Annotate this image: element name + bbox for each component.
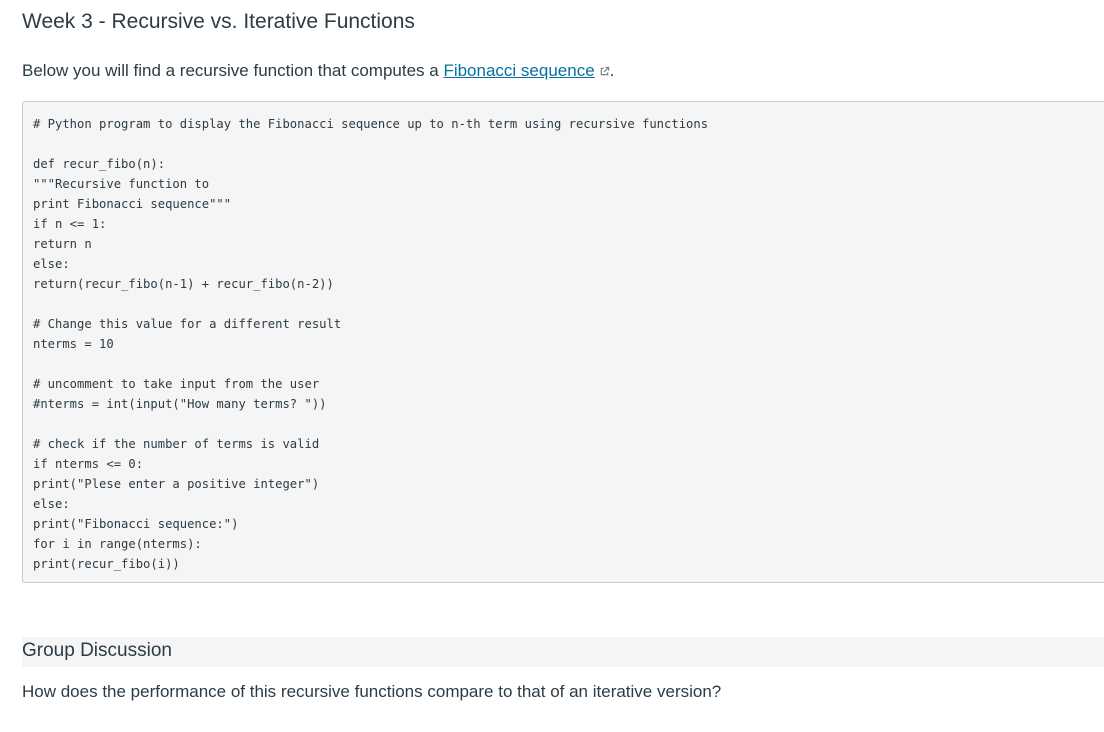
intro-paragraph: Below you will find a recursive function… (22, 61, 614, 81)
code-line: """Recursive function to (33, 177, 210, 191)
code-line: return n (33, 237, 92, 251)
code-line: if nterms <= 0: (33, 457, 144, 471)
intro-text: Below you will find a recursive function… (22, 61, 444, 80)
code-line: for i in range(nterms): (33, 537, 202, 551)
code-line: print(recur_fibo(i)) (33, 557, 180, 571)
code-line: if n <= 1: (33, 217, 107, 231)
page-title: Week 3 - Recursive vs. Iterative Functio… (22, 10, 415, 33)
code-line: nterms = 10 (33, 337, 114, 351)
fibonacci-sequence-link-label[interactable]: Fibonacci sequence (443, 61, 594, 80)
group-discussion-section: Group Discussion (22, 637, 1104, 667)
fibonacci-sequence-link[interactable]: Fibonacci sequence (443, 61, 594, 80)
code-line: def recur_fibo(n): (33, 157, 166, 171)
code-line: # Change this value for a different resu… (33, 317, 342, 331)
group-discussion-heading: Group Discussion (22, 640, 172, 661)
code-line: print("Plese enter a positive integer") (33, 477, 320, 491)
code-line: print("Fibonacci sequence:") (33, 517, 239, 531)
discussion-question: How does the performance of this recursi… (22, 682, 722, 701)
code-line: # uncomment to take input from the user (33, 377, 320, 391)
code-line: return(recur_fibo(n-1) + recur_fibo(n-2)… (33, 277, 334, 291)
code-line: # check if the number of terms is valid (33, 437, 320, 451)
code-line: else: (33, 497, 70, 511)
code-line: print Fibonacci sequence""" (33, 197, 232, 211)
code-line: # Python program to display the Fibonacc… (33, 117, 709, 131)
code-line: else: (33, 257, 70, 271)
external-link-icon (600, 66, 609, 76)
intro-text-end: . (609, 61, 615, 80)
code-block: # Python program to display the Fibonacc… (22, 101, 1104, 583)
code-line: #nterms = int(input("How many terms? ")) (33, 397, 327, 411)
